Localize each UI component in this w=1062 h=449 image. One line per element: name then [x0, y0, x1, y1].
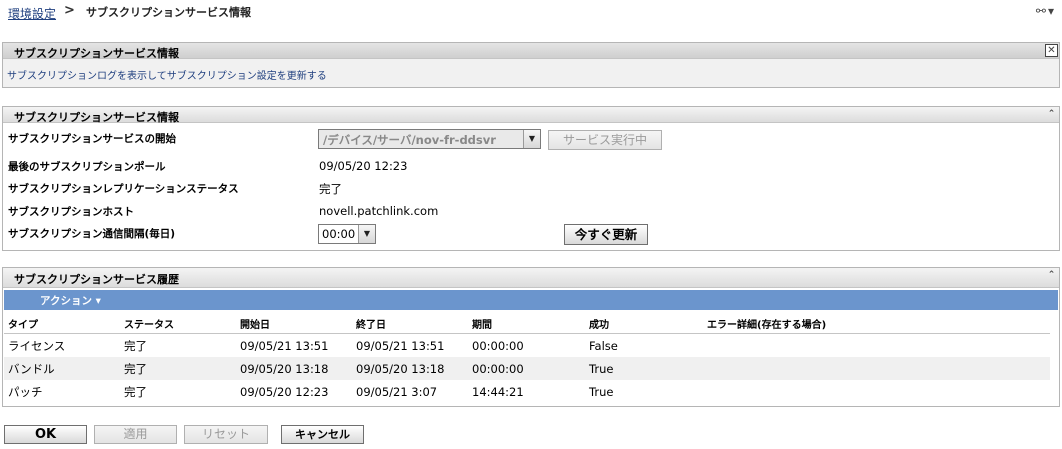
- cell-duration: 00:00:00: [472, 338, 524, 353]
- cell-type: バンドル: [4, 357, 124, 380]
- column-header-status[interactable]: ステータス: [124, 313, 240, 334]
- column-header-start-date[interactable]: 開始日: [240, 313, 356, 334]
- last-poll-label: 最後のサブスクリプションポール: [8, 161, 166, 173]
- breadcrumb-separator: >: [64, 3, 75, 18]
- close-icon[interactable]: ✕: [1045, 44, 1058, 57]
- replication-status-value: 完了: [319, 182, 342, 196]
- header-tools[interactable]: ⚯▾: [1036, 4, 1056, 18]
- table-row[interactable]: ライセンス 完了 09/05/21 13:51 09/05/21 13:51 0…: [4, 334, 1050, 358]
- column-header-success[interactable]: 成功: [589, 313, 707, 334]
- subscription-host-label: サブスクリプションホスト: [8, 206, 134, 218]
- breadcrumb-link-settings[interactable]: 環境設定: [8, 5, 56, 22]
- server-select[interactable]: /デバイス/サーバ/nov-fr-ddsvr ▼: [318, 129, 541, 149]
- info-panel: サブスクリプションサービス情報 ✕ サブスクリプションログを表示してサブスクリプ…: [2, 42, 1060, 88]
- chevron-down-icon[interactable]: ▼: [358, 225, 375, 243]
- start-service-label: サブスクリプションサービスの開始: [8, 133, 176, 145]
- subscription-host-value: novell.patchlink.com: [319, 204, 439, 218]
- cell-start-date: 09/05/20 13:18: [240, 357, 356, 380]
- action-bar: アクション ▾: [4, 290, 1058, 310]
- cell-end-date: 09/05/20 13:18: [356, 357, 472, 380]
- cell-success: True: [589, 357, 707, 380]
- cell-status: 完了: [124, 338, 147, 353]
- menu-arrow-icon[interactable]: ▾: [1048, 4, 1056, 18]
- history-panel: サブスクリプションサービス履歴 ⌃ アクション ▾ タイプ ステータス 開始日 …: [2, 267, 1060, 407]
- column-header-end-date[interactable]: 終了日: [356, 313, 472, 334]
- history-table: タイプ ステータス 開始日 終了日 期間 成功 エラー詳細(存在する場合) ライ…: [4, 313, 1050, 403]
- table-row[interactable]: パッチ 完了 09/05/20 12:23 09/05/21 3:07 14:4…: [4, 380, 1050, 403]
- replication-status-label: サブスクリプションレプリケーションステータス: [8, 183, 239, 195]
- ok-button[interactable]: OK: [4, 425, 87, 444]
- column-header-duration[interactable]: 期間: [472, 313, 589, 334]
- cell-status: 完了: [124, 357, 240, 380]
- cell-duration: 00:00:00: [472, 357, 589, 380]
- update-now-button[interactable]: 今すぐ更新: [564, 224, 648, 245]
- cancel-button[interactable]: キャンセル: [281, 425, 364, 444]
- table-row[interactable]: バンドル 完了 09/05/20 13:18 09/05/20 13:18 00…: [4, 357, 1050, 380]
- collapse-icon[interactable]: ⌃: [1045, 108, 1058, 121]
- service-running-button[interactable]: サービス実行中: [548, 130, 662, 150]
- server-select-value: /デバイス/サーバ/nov-fr-ddsvr: [323, 133, 496, 147]
- column-header-error-details[interactable]: エラー詳細(存在する場合): [707, 313, 1050, 334]
- history-panel-header: サブスクリプションサービス履歴 ⌃: [3, 268, 1059, 288]
- cell-status: 完了: [124, 384, 147, 399]
- cell-start-date: 09/05/21 13:51: [240, 338, 329, 353]
- info-panel-title: サブスクリプションサービス情報: [14, 47, 179, 60]
- cell-duration: 14:44:21: [472, 384, 524, 399]
- cell-error-details: [707, 357, 1050, 380]
- service-panel-title: サブスクリプションサービス情報: [14, 111, 179, 124]
- cell-type: パッチ: [8, 384, 43, 399]
- cell-success: False: [589, 338, 618, 353]
- cell-start-date: 09/05/20 12:23: [240, 384, 329, 399]
- service-panel-header: サブスクリプションサービス情報 ⌃: [3, 107, 1059, 124]
- cell-error-details: [707, 380, 1050, 403]
- cell-end-date: 09/05/21 3:07: [356, 384, 438, 399]
- column-header-type[interactable]: タイプ: [4, 313, 124, 334]
- info-panel-header: サブスクリプションサービス情報 ✕: [3, 43, 1059, 60]
- apply-button[interactable]: 適用: [94, 425, 177, 444]
- cell-error-details: [707, 334, 1050, 358]
- page-title: サブスクリプションサービス情報: [86, 6, 251, 19]
- reset-button[interactable]: リセット: [184, 425, 268, 444]
- interval-select-value: 00:00: [322, 227, 356, 241]
- collapse-icon[interactable]: ⌃: [1045, 269, 1058, 282]
- interval-label: サブスクリプション通信間隔(毎日): [8, 228, 176, 240]
- cell-success: True: [589, 384, 614, 399]
- table-header-row: タイプ ステータス 開始日 終了日 期間 成功 エラー詳細(存在する場合): [4, 313, 1050, 334]
- cell-end-date: 09/05/21 13:51: [356, 338, 445, 353]
- cell-type: ライセンス: [8, 338, 66, 353]
- info-panel-description: サブスクリプションログを表示してサブスクリプション設定を更新する: [7, 71, 327, 82]
- last-poll-value: 09/05/20 12:23: [319, 159, 408, 173]
- chevron-down-icon[interactable]: ▼: [523, 130, 540, 148]
- service-panel: サブスクリプションサービス情報 ⌃ サブスクリプションサービスの開始 /デバイス…: [2, 106, 1060, 251]
- link-icon[interactable]: ⚯: [1036, 4, 1048, 18]
- interval-select[interactable]: 00:00 ▼: [318, 224, 376, 244]
- history-panel-title: サブスクリプションサービス履歴: [14, 273, 179, 286]
- action-menu[interactable]: アクション ▾: [40, 293, 101, 308]
